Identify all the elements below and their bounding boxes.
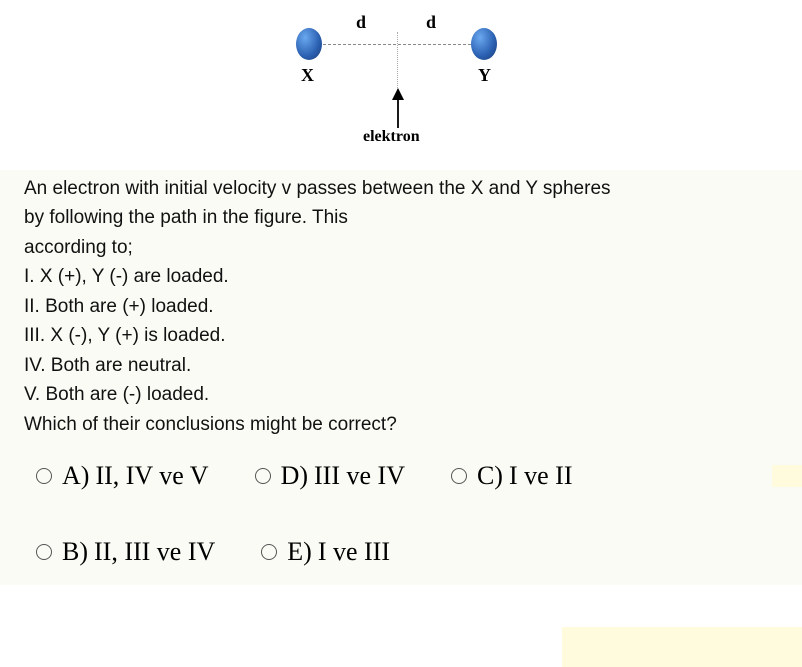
- question-line: according to;: [24, 233, 778, 262]
- question-text: An electron with initial velocity v pass…: [0, 170, 802, 447]
- distance-line-2: [398, 44, 471, 45]
- sphere-x-icon: [296, 28, 322, 60]
- answer-option-d[interactable]: D) III ve IV: [255, 461, 405, 491]
- radio-icon: [451, 468, 467, 484]
- label-electron: elektron: [363, 128, 420, 146]
- sphere-y-icon: [471, 28, 497, 60]
- label-distance-1: d: [356, 12, 366, 33]
- answer-text: III ve IV: [314, 461, 405, 491]
- label-distance-2: d: [426, 12, 436, 33]
- highlight-patch: [772, 465, 802, 487]
- answer-label: B): [62, 537, 88, 567]
- highlight-patch: [562, 627, 802, 667]
- center-axis-line: [397, 32, 398, 90]
- question-line: An electron with initial velocity v pass…: [24, 174, 778, 203]
- question-line: IV. Both are neutral.: [24, 351, 778, 380]
- diagram: X Y d d elektron: [151, 0, 651, 160]
- radio-icon: [255, 468, 271, 484]
- answer-text: I ve II: [509, 461, 573, 491]
- label-sphere-x: X: [301, 65, 314, 86]
- question-line: by following the path in the figure. Thi…: [24, 203, 778, 232]
- radio-icon: [36, 468, 52, 484]
- radio-icon: [261, 544, 277, 560]
- distance-line-1: [323, 44, 396, 45]
- answer-label: D): [281, 461, 308, 491]
- label-sphere-y: Y: [478, 65, 491, 86]
- answer-option-c[interactable]: C) I ve II: [451, 461, 573, 491]
- question-line: Which of their conclusions might be corr…: [24, 410, 778, 439]
- question-line: V. Both are (-) loaded.: [24, 380, 778, 409]
- answer-label: A): [62, 461, 89, 491]
- question-line: II. Both are (+) loaded.: [24, 292, 778, 321]
- arrow-up-icon: [392, 88, 402, 126]
- answer-option-e[interactable]: E) I ve III: [261, 537, 390, 567]
- answer-text: II, III ve IV: [94, 537, 215, 567]
- question-line: III. X (-), Y (+) is loaded.: [24, 321, 778, 350]
- radio-icon: [36, 544, 52, 560]
- answers-block: A) II, IV ve V D) III ve IV C) I ve II B…: [0, 447, 802, 585]
- answer-label: E): [287, 537, 312, 567]
- answer-label: C): [477, 461, 503, 491]
- question-line: I. X (+), Y (-) are loaded.: [24, 262, 778, 291]
- answer-text: I ve III: [318, 537, 390, 567]
- answer-text: II, IV ve V: [95, 461, 208, 491]
- answer-option-a[interactable]: A) II, IV ve V: [36, 461, 209, 491]
- answer-option-b[interactable]: B) II, III ve IV: [36, 537, 215, 567]
